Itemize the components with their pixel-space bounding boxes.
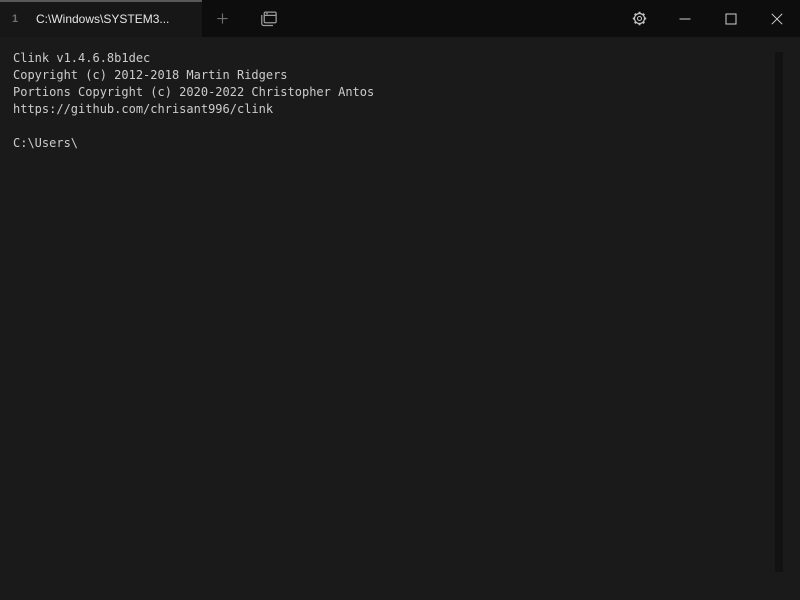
tab-bar: 1 C:\Windows\SYSTEM3... bbox=[0, 0, 800, 37]
terminal-line: C:\Users\ bbox=[13, 135, 787, 152]
gear-icon bbox=[631, 10, 648, 27]
minimize-button[interactable] bbox=[662, 0, 708, 37]
plus-icon bbox=[215, 11, 230, 26]
tab-cmd[interactable]: 1 C:\Windows\SYSTEM3... bbox=[0, 0, 202, 37]
window-stack-icon bbox=[258, 9, 278, 29]
close-button[interactable] bbox=[754, 0, 800, 37]
scrollbar[interactable] bbox=[775, 52, 783, 572]
tab-index: 1 bbox=[12, 13, 26, 25]
tab-title: C:\Windows\SYSTEM3... bbox=[36, 12, 169, 26]
terminal-window: 1 C:\Windows\SYSTEM3... bbox=[0, 0, 800, 600]
tab-switcher-button[interactable] bbox=[251, 0, 285, 37]
terminal-line: Clink v1.4.6.8b1dec bbox=[13, 50, 787, 67]
terminal-line: Portions Copyright (c) 2020-2022 Christo… bbox=[13, 84, 787, 101]
new-tab-button[interactable] bbox=[205, 0, 239, 37]
settings-button[interactable] bbox=[616, 0, 662, 37]
window-controls bbox=[616, 0, 800, 37]
maximize-button[interactable] bbox=[708, 0, 754, 37]
terminal-line: https://github.com/chrisant996/clink bbox=[13, 101, 787, 118]
minimize-icon bbox=[677, 11, 693, 27]
terminal-line: Copyright (c) 2012-2018 Martin Ridgers bbox=[13, 67, 787, 84]
close-icon bbox=[769, 11, 785, 27]
terminal-content[interactable]: Clink v1.4.6.8b1dec Copyright (c) 2012-2… bbox=[0, 37, 800, 600]
maximize-icon bbox=[723, 11, 739, 27]
terminal-line bbox=[13, 118, 787, 135]
